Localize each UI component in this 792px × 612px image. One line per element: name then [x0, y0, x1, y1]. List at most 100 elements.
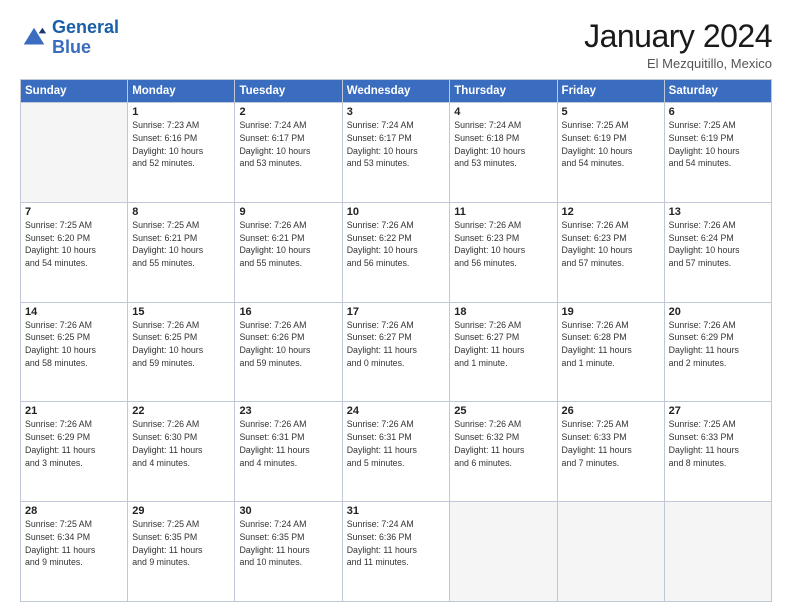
day-number: 14	[25, 306, 123, 318]
day-number: 1	[132, 106, 230, 118]
weekday-header-monday: Monday	[128, 80, 235, 103]
day-info: Sunrise: 7:26 AM Sunset: 6:22 PM Dayligh…	[347, 219, 446, 270]
calendar-cell: 12Sunrise: 7:26 AM Sunset: 6:23 PM Dayli…	[557, 202, 664, 302]
day-info: Sunrise: 7:25 AM Sunset: 6:19 PM Dayligh…	[669, 119, 767, 170]
calendar-week-1: 1Sunrise: 7:23 AM Sunset: 6:16 PM Daylig…	[21, 103, 772, 203]
day-info: Sunrise: 7:23 AM Sunset: 6:16 PM Dayligh…	[132, 119, 230, 170]
calendar-cell: 26Sunrise: 7:25 AM Sunset: 6:33 PM Dayli…	[557, 402, 664, 502]
day-info: Sunrise: 7:25 AM Sunset: 6:20 PM Dayligh…	[25, 219, 123, 270]
day-info: Sunrise: 7:26 AM Sunset: 6:25 PM Dayligh…	[25, 319, 123, 370]
calendar-week-2: 7Sunrise: 7:25 AM Sunset: 6:20 PM Daylig…	[21, 202, 772, 302]
day-number: 20	[669, 306, 767, 318]
day-info: Sunrise: 7:24 AM Sunset: 6:17 PM Dayligh…	[347, 119, 446, 170]
calendar-cell: 1Sunrise: 7:23 AM Sunset: 6:16 PM Daylig…	[128, 103, 235, 203]
day-info: Sunrise: 7:25 AM Sunset: 6:21 PM Dayligh…	[132, 219, 230, 270]
calendar-cell: 25Sunrise: 7:26 AM Sunset: 6:32 PM Dayli…	[450, 402, 557, 502]
weekday-header-sunday: Sunday	[21, 80, 128, 103]
day-number: 24	[347, 405, 446, 417]
calendar-cell: 8Sunrise: 7:25 AM Sunset: 6:21 PM Daylig…	[128, 202, 235, 302]
day-info: Sunrise: 7:25 AM Sunset: 6:35 PM Dayligh…	[132, 518, 230, 569]
calendar-cell: 24Sunrise: 7:26 AM Sunset: 6:31 PM Dayli…	[342, 402, 450, 502]
day-number: 21	[25, 405, 123, 417]
calendar-cell: 23Sunrise: 7:26 AM Sunset: 6:31 PM Dayli…	[235, 402, 342, 502]
day-info: Sunrise: 7:26 AM Sunset: 6:27 PM Dayligh…	[454, 319, 552, 370]
day-info: Sunrise: 7:24 AM Sunset: 6:35 PM Dayligh…	[239, 518, 337, 569]
calendar-week-5: 28Sunrise: 7:25 AM Sunset: 6:34 PM Dayli…	[21, 502, 772, 602]
calendar-week-3: 14Sunrise: 7:26 AM Sunset: 6:25 PM Dayli…	[21, 302, 772, 402]
day-info: Sunrise: 7:26 AM Sunset: 6:25 PM Dayligh…	[132, 319, 230, 370]
day-number: 2	[239, 106, 337, 118]
day-info: Sunrise: 7:26 AM Sunset: 6:26 PM Dayligh…	[239, 319, 337, 370]
logo-text2: Blue	[52, 38, 119, 58]
day-info: Sunrise: 7:24 AM Sunset: 6:17 PM Dayligh…	[239, 119, 337, 170]
calendar-cell: 9Sunrise: 7:26 AM Sunset: 6:21 PM Daylig…	[235, 202, 342, 302]
calendar-cell: 11Sunrise: 7:26 AM Sunset: 6:23 PM Dayli…	[450, 202, 557, 302]
calendar-cell: 19Sunrise: 7:26 AM Sunset: 6:28 PM Dayli…	[557, 302, 664, 402]
day-info: Sunrise: 7:26 AM Sunset: 6:29 PM Dayligh…	[25, 418, 123, 469]
calendar-cell: 14Sunrise: 7:26 AM Sunset: 6:25 PM Dayli…	[21, 302, 128, 402]
weekday-header-friday: Friday	[557, 80, 664, 103]
day-number: 29	[132, 505, 230, 517]
calendar-cell	[664, 502, 771, 602]
day-info: Sunrise: 7:24 AM Sunset: 6:18 PM Dayligh…	[454, 119, 552, 170]
day-number: 11	[454, 206, 552, 218]
day-info: Sunrise: 7:25 AM Sunset: 6:33 PM Dayligh…	[562, 418, 660, 469]
day-info: Sunrise: 7:26 AM Sunset: 6:24 PM Dayligh…	[669, 219, 767, 270]
day-info: Sunrise: 7:26 AM Sunset: 6:27 PM Dayligh…	[347, 319, 446, 370]
day-info: Sunrise: 7:26 AM Sunset: 6:23 PM Dayligh…	[562, 219, 660, 270]
calendar-cell: 30Sunrise: 7:24 AM Sunset: 6:35 PM Dayli…	[235, 502, 342, 602]
logo: General Blue	[20, 18, 119, 58]
day-number: 31	[347, 505, 446, 517]
day-number: 18	[454, 306, 552, 318]
calendar-cell	[450, 502, 557, 602]
day-number: 19	[562, 306, 660, 318]
calendar-week-4: 21Sunrise: 7:26 AM Sunset: 6:29 PM Dayli…	[21, 402, 772, 502]
calendar-cell: 20Sunrise: 7:26 AM Sunset: 6:29 PM Dayli…	[664, 302, 771, 402]
calendar-cell: 27Sunrise: 7:25 AM Sunset: 6:33 PM Dayli…	[664, 402, 771, 502]
calendar-cell: 6Sunrise: 7:25 AM Sunset: 6:19 PM Daylig…	[664, 103, 771, 203]
calendar-cell: 29Sunrise: 7:25 AM Sunset: 6:35 PM Dayli…	[128, 502, 235, 602]
calendar-cell: 7Sunrise: 7:25 AM Sunset: 6:20 PM Daylig…	[21, 202, 128, 302]
logo-icon	[20, 24, 48, 52]
day-number: 25	[454, 405, 552, 417]
title-month: January 2024	[584, 18, 772, 55]
calendar-cell: 22Sunrise: 7:26 AM Sunset: 6:30 PM Dayli…	[128, 402, 235, 502]
calendar-table: SundayMondayTuesdayWednesdayThursdayFrid…	[20, 79, 772, 602]
day-info: Sunrise: 7:26 AM Sunset: 6:30 PM Dayligh…	[132, 418, 230, 469]
day-number: 28	[25, 505, 123, 517]
day-number: 8	[132, 206, 230, 218]
calendar-cell	[21, 103, 128, 203]
day-info: Sunrise: 7:26 AM Sunset: 6:31 PM Dayligh…	[347, 418, 446, 469]
calendar-cell: 3Sunrise: 7:24 AM Sunset: 6:17 PM Daylig…	[342, 103, 450, 203]
day-number: 27	[669, 405, 767, 417]
calendar-cell	[557, 502, 664, 602]
day-number: 22	[132, 405, 230, 417]
day-number: 12	[562, 206, 660, 218]
day-info: Sunrise: 7:24 AM Sunset: 6:36 PM Dayligh…	[347, 518, 446, 569]
calendar-cell: 17Sunrise: 7:26 AM Sunset: 6:27 PM Dayli…	[342, 302, 450, 402]
calendar-cell: 31Sunrise: 7:24 AM Sunset: 6:36 PM Dayli…	[342, 502, 450, 602]
calendar-cell: 2Sunrise: 7:24 AM Sunset: 6:17 PM Daylig…	[235, 103, 342, 203]
day-info: Sunrise: 7:26 AM Sunset: 6:31 PM Dayligh…	[239, 418, 337, 469]
day-info: Sunrise: 7:26 AM Sunset: 6:23 PM Dayligh…	[454, 219, 552, 270]
title-block: January 2024 El Mezquitillo, Mexico	[584, 18, 772, 71]
calendar-cell: 28Sunrise: 7:25 AM Sunset: 6:34 PM Dayli…	[21, 502, 128, 602]
day-info: Sunrise: 7:25 AM Sunset: 6:33 PM Dayligh…	[669, 418, 767, 469]
day-number: 10	[347, 206, 446, 218]
weekday-header-saturday: Saturday	[664, 80, 771, 103]
weekday-header-thursday: Thursday	[450, 80, 557, 103]
calendar-cell: 5Sunrise: 7:25 AM Sunset: 6:19 PM Daylig…	[557, 103, 664, 203]
day-info: Sunrise: 7:25 AM Sunset: 6:34 PM Dayligh…	[25, 518, 123, 569]
weekday-header-row: SundayMondayTuesdayWednesdayThursdayFrid…	[21, 80, 772, 103]
day-info: Sunrise: 7:26 AM Sunset: 6:29 PM Dayligh…	[669, 319, 767, 370]
day-number: 6	[669, 106, 767, 118]
calendar-cell: 10Sunrise: 7:26 AM Sunset: 6:22 PM Dayli…	[342, 202, 450, 302]
day-number: 30	[239, 505, 337, 517]
calendar-cell: 13Sunrise: 7:26 AM Sunset: 6:24 PM Dayli…	[664, 202, 771, 302]
calendar-cell: 15Sunrise: 7:26 AM Sunset: 6:25 PM Dayli…	[128, 302, 235, 402]
day-number: 16	[239, 306, 337, 318]
day-number: 23	[239, 405, 337, 417]
day-number: 4	[454, 106, 552, 118]
calendar-cell: 18Sunrise: 7:26 AM Sunset: 6:27 PM Dayli…	[450, 302, 557, 402]
day-number: 13	[669, 206, 767, 218]
